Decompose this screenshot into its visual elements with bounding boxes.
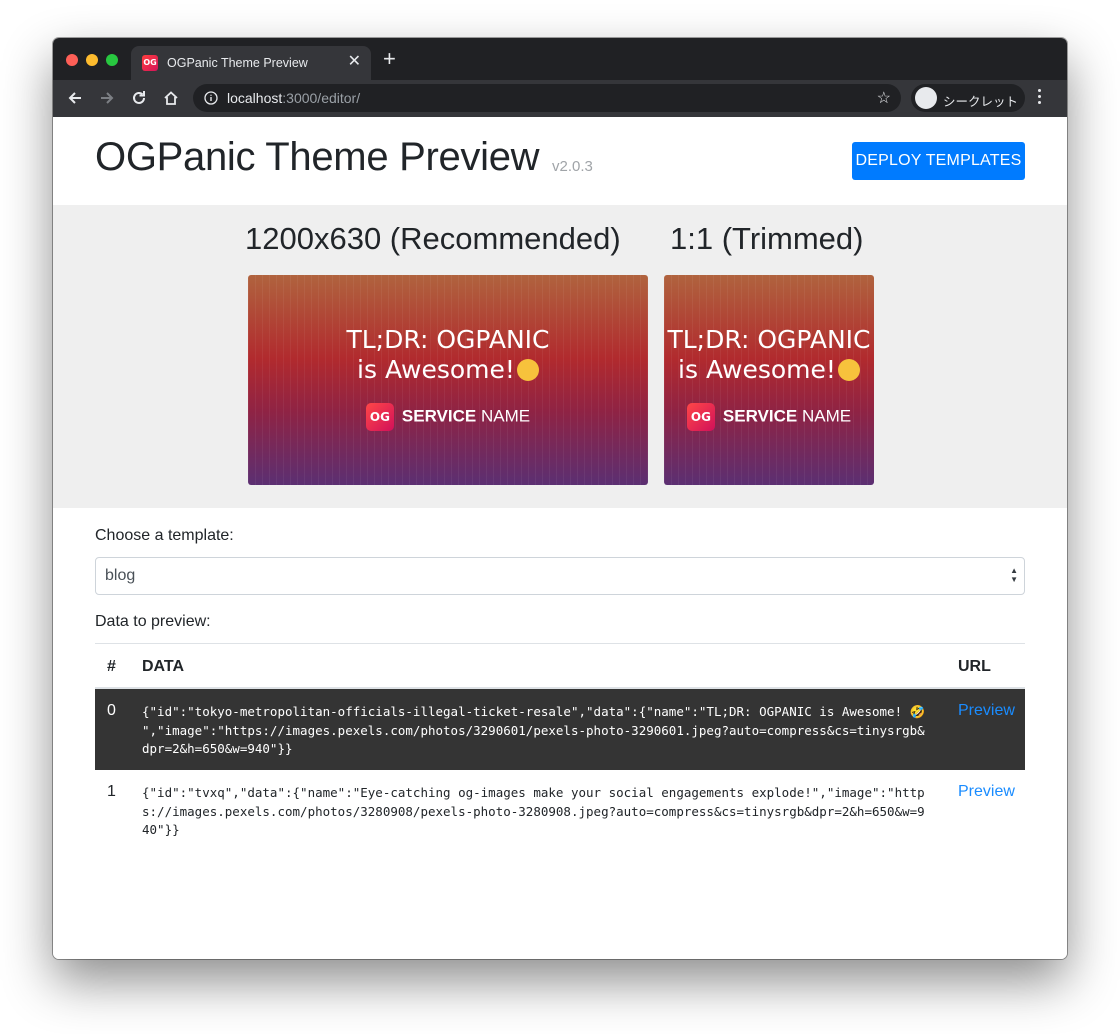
favicon-icon: OG — [142, 55, 158, 71]
close-window-button[interactable] — [66, 54, 78, 66]
og-service-name: OG SERVICE NAME — [248, 403, 648, 431]
recommended-heading: 1200x630 (Recommended) — [245, 221, 621, 256]
close-tab-icon[interactable]: ✕ — [348, 53, 361, 71]
back-icon[interactable] — [65, 88, 85, 108]
og-service-name: OG SERVICE NAME — [664, 403, 874, 431]
col-header-data: DATA — [142, 658, 185, 675]
bookmark-star-icon[interactable]: ☆ — [877, 88, 891, 108]
tab-strip: OG OGPanic Theme Preview ✕ + — [53, 38, 1067, 80]
url-text: localhost:3000/editor/ — [227, 90, 361, 106]
og-headline: TL;DR: OGPANIC is Awesome! — [667, 325, 871, 384]
incognito-icon — [915, 87, 937, 109]
row-index: 0 — [107, 702, 116, 719]
row-data: {"id":"tokyo-metropolitan-officials-ille… — [142, 704, 926, 756]
og-headline: TL;DR: OGPANIC is Awesome! — [346, 325, 550, 384]
trimmed-heading: 1:1 (Trimmed) — [670, 221, 864, 256]
forward-icon[interactable] — [97, 88, 117, 108]
table-header: # DATA URL — [95, 643, 1025, 689]
og-image-trimmed: TL;DR: OGPANIC is Awesome! OG SERVICE NAM… — [664, 275, 874, 485]
choose-template-label: Choose a template: — [95, 527, 234, 544]
og-logo-icon: OG — [365, 403, 394, 431]
data-table: # DATA URL 0 {"id":"tokyo-metropolitan-o… — [95, 643, 1025, 852]
og-image-recommended: TL;DR: OGPANIC is Awesome! OG SERVICE NAM… — [248, 275, 648, 485]
table-row[interactable]: 1 {"id":"tvxq","data":{"name":"Eye-catch… — [95, 770, 1025, 852]
version-label: v2.0.3 — [552, 158, 593, 175]
rofl-emoji-icon — [837, 359, 860, 381]
data-to-preview-label: Data to preview: — [95, 613, 211, 630]
new-tab-icon[interactable]: + — [383, 48, 396, 70]
info-icon[interactable] — [204, 91, 218, 105]
browser-window: OG OGPanic Theme Preview ✕ + localhost:3… — [53, 38, 1067, 959]
minimize-window-button[interactable] — [86, 54, 98, 66]
address-bar[interactable]: localhost:3000/editor/ ☆ — [193, 84, 901, 112]
select-arrows-icon: ▲ ▼ — [1010, 566, 1018, 584]
incognito-label: シークレット — [943, 94, 1019, 109]
home-icon[interactable] — [161, 88, 181, 108]
preview-link[interactable]: Preview — [958, 783, 1015, 801]
template-select[interactable]: blog ▲ ▼ — [95, 557, 1025, 595]
maximize-window-button[interactable] — [106, 54, 118, 66]
table-row[interactable]: 0 {"id":"tokyo-metropolitan-officials-il… — [95, 689, 1025, 770]
menu-kebab-icon[interactable] — [1038, 89, 1042, 107]
col-header-url: URL — [958, 658, 991, 675]
reload-icon[interactable] — [129, 88, 149, 108]
tab-title: OGPanic Theme Preview — [167, 56, 308, 70]
rofl-emoji-icon — [516, 359, 539, 381]
og-logo-icon: OG — [686, 403, 715, 431]
row-data: {"id":"tvxq","data":{"name":"Eye-catchin… — [142, 785, 925, 837]
preview-link[interactable]: Preview — [958, 702, 1015, 720]
page-title: OGPanic Theme Preview — [95, 135, 540, 179]
page-content: OGPanic Theme Preview v2.0.3 DEPLOY TEMP… — [53, 117, 1067, 959]
col-header-num: # — [107, 658, 116, 675]
browser-tab[interactable]: OG OGPanic Theme Preview ✕ — [131, 46, 371, 80]
template-select-value: blog — [105, 567, 136, 584]
browser-toolbar: localhost:3000/editor/ ☆ シークレット — [53, 80, 1067, 117]
incognito-badge[interactable]: シークレット — [911, 84, 1025, 112]
preview-section: 1200x630 (Recommended) 1:1 (Trimmed) TL;… — [53, 205, 1067, 508]
deploy-templates-button[interactable]: DEPLOY TEMPLATES — [852, 142, 1025, 180]
row-index: 1 — [107, 783, 116, 800]
